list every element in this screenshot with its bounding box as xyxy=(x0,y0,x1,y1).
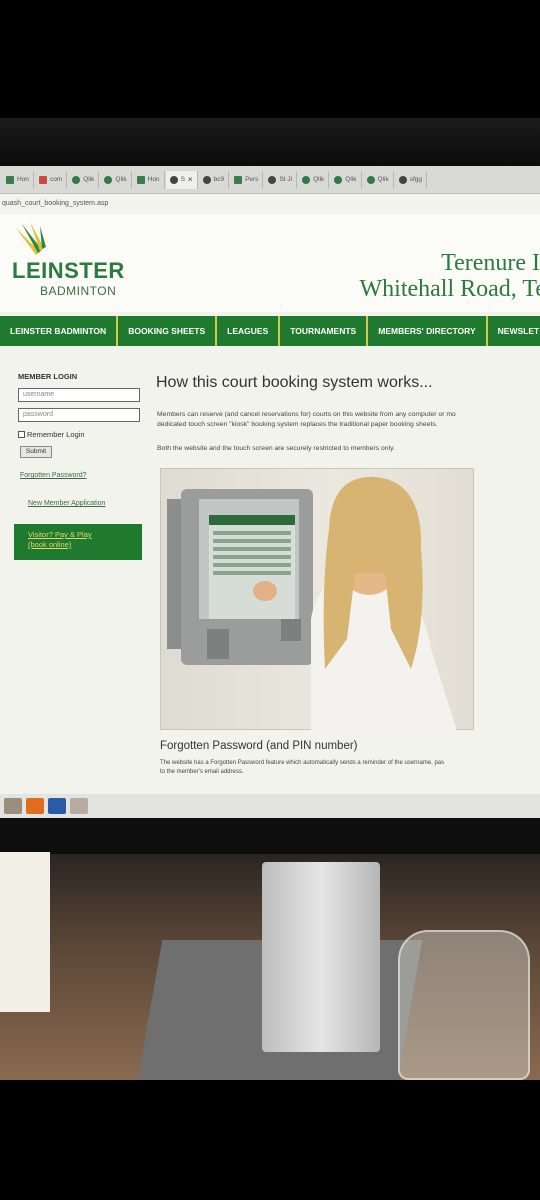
site-header: LEINSTER BADMINTON Terenure I Whitehall … xyxy=(0,214,540,312)
intro-line-2: dedicated touch screen "kiosk" booking s… xyxy=(157,421,438,428)
username-input[interactable]: username xyxy=(18,388,140,402)
submit-button[interactable]: Submit xyxy=(20,446,52,458)
browser-tab-label: St Ji xyxy=(279,176,293,183)
browser-tab-label: Hon xyxy=(17,176,29,183)
visitor-pay-play-button[interactable]: Visitor? Pay & Play (book online) xyxy=(14,524,142,560)
taskbar-app-icon[interactable] xyxy=(4,798,22,814)
browser-tab[interactable]: Qlik xyxy=(298,170,330,189)
browser-tab-label: Hon xyxy=(147,176,160,183)
qlik-icon xyxy=(302,175,311,184)
forgotten-password-link[interactable]: Forgotten Password? xyxy=(20,472,87,479)
kiosk-illustration xyxy=(167,476,457,731)
venue-line-1: Terenure I xyxy=(441,250,540,276)
browser-tab-label: Qlik xyxy=(313,176,325,183)
taskbar-word-icon[interactable] xyxy=(48,798,66,814)
browser-tab[interactable]: Pers xyxy=(230,170,264,189)
close-tab-icon[interactable]: × xyxy=(188,175,193,184)
browser-tab[interactable]: Qlik xyxy=(68,170,100,189)
remember-label: Remember Login xyxy=(27,430,85,439)
mail-icon xyxy=(38,175,47,184)
browser-tab[interactable]: Qlik xyxy=(330,170,362,189)
browser-tab[interactable]: com xyxy=(35,170,68,189)
forgotten-text-line-1: The website has a Forgotten Password fea… xyxy=(160,760,445,766)
password-input[interactable]: password xyxy=(18,408,140,422)
site-icon xyxy=(398,175,407,184)
remember-checkbox[interactable] xyxy=(18,431,25,438)
venue-line-2: Whitehall Road, Te xyxy=(359,276,540,302)
qlik-icon xyxy=(366,175,375,184)
browser-tab-label: Pers xyxy=(245,176,259,183)
browser-tab[interactable]: Qlik xyxy=(100,170,132,189)
monitor-bottom-bezel xyxy=(0,818,540,854)
browser-tab-label: com xyxy=(49,176,63,183)
browser-tab-label: Qlik xyxy=(345,176,357,183)
login-title: MEMBER LOGIN xyxy=(18,372,78,381)
browser-tab-label: Qlik xyxy=(377,176,389,183)
taskbar-orange-app-icon[interactable] xyxy=(26,798,44,814)
page-title: How this court booking system works... xyxy=(156,374,433,391)
address-bar[interactable]: quash_court_booking_system.asp xyxy=(0,196,540,212)
browser-tab[interactable]: sfgg xyxy=(395,170,427,189)
browser-tab[interactable]: Qlik xyxy=(363,170,394,189)
qlik-icon xyxy=(72,175,81,184)
paper-on-desk xyxy=(0,852,50,1012)
browser-tab[interactable]: S × xyxy=(165,170,198,189)
taskbar xyxy=(0,794,540,818)
brand-subtitle: BADMINTON xyxy=(40,284,117,298)
monitor-screen: Hon com Qlik Qlik Hon S × bc9 Pers St Ji Qlik Qlik Q… xyxy=(0,166,540,818)
browser-tab-label: Qlik xyxy=(83,176,95,183)
browser-tab-label: S xyxy=(180,176,185,183)
kiosk-photo xyxy=(160,468,474,731)
main-nav: LEINSTER BADMINTON BOOKING SHEETS LEAGUE… xyxy=(0,316,540,346)
nav-newsletter[interactable]: NEWSLET xyxy=(488,316,540,346)
visitor-line-1: Visitor? Pay & Play xyxy=(28,530,92,539)
intro-line-1: Members can reserve (and cancel reservat… xyxy=(157,411,456,418)
page-icon xyxy=(234,175,243,184)
nav-leinster-badminton[interactable]: LEINSTER BADMINTON xyxy=(0,316,119,346)
nav-members-directory[interactable]: MEMBERS' DIRECTORY xyxy=(368,316,488,346)
browser-tab[interactable]: bc9 xyxy=(199,170,230,189)
browser-tab[interactable]: Hon xyxy=(133,170,165,189)
brand-name: LEINSTER xyxy=(12,258,125,283)
browser-tab[interactable]: Hon xyxy=(2,170,34,189)
browser-tab-label: sfgg xyxy=(409,176,422,183)
taskbar-settings-icon[interactable] xyxy=(70,798,88,814)
remember-login[interactable]: Remember Login xyxy=(18,430,85,439)
nav-leagues[interactable]: LEAGUES xyxy=(217,316,281,346)
page-content: MEMBER LOGIN username password Remember … xyxy=(0,348,540,818)
nav-tournaments[interactable]: TOURNAMENTS xyxy=(280,316,369,346)
qlik-icon xyxy=(334,175,343,184)
home-icon xyxy=(136,175,145,184)
browser-tab-label: Qlik xyxy=(115,176,127,183)
browser-tab-label: bc9 xyxy=(213,176,225,183)
drinking-glass xyxy=(398,930,530,1080)
shuttlecock-logo-icon xyxy=(16,222,46,255)
qlik-icon xyxy=(104,175,113,184)
page-icon xyxy=(6,175,14,184)
browser-tab[interactable]: St Ji xyxy=(264,170,298,189)
security-note: Both the website and the touch screen ar… xyxy=(157,445,395,452)
section-title-forgotten: Forgotten Password (and PIN number) xyxy=(160,740,358,752)
new-member-link[interactable]: New Member Application xyxy=(28,500,105,507)
visitor-line-2: (book online) xyxy=(28,540,72,549)
photo-of-monitor: Hon com Qlik Qlik Hon S × bc9 Pers St Ji Qlik Qlik Q… xyxy=(0,0,540,1200)
forgotten-text-line-2: to the member's email address. xyxy=(160,769,244,775)
site-icon xyxy=(169,175,178,184)
monitor-top-bezel xyxy=(0,118,540,166)
nav-booking-sheets[interactable]: BOOKING SHEETS xyxy=(118,316,218,346)
monitor-stand xyxy=(262,862,380,1052)
site-icon xyxy=(202,175,211,184)
browser-tab-strip: Hon com Qlik Qlik Hon S × bc9 Pers St Ji Qlik Qlik Q… xyxy=(0,166,540,194)
site-icon xyxy=(268,175,277,184)
